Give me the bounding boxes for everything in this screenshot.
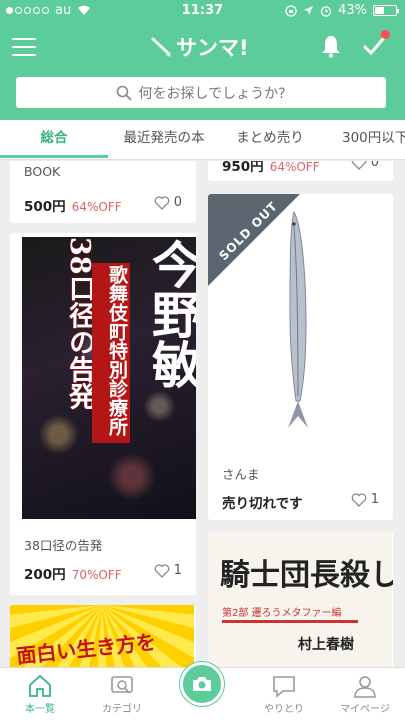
category-icon xyxy=(111,676,133,694)
tab-bundle-sale[interactable]: まとめ売り xyxy=(220,120,320,159)
menu-icon[interactable] xyxy=(12,38,36,56)
search-bar[interactable]: 何をお探しでしょうか? xyxy=(16,77,386,108)
tab-under-300[interactable]: 300円以下 xyxy=(322,120,405,159)
item-price: 500円 64%OFF xyxy=(24,195,122,215)
todo-check-button[interactable] xyxy=(362,30,390,58)
battery-percent: 43% xyxy=(338,3,367,18)
like-button[interactable]: 0 xyxy=(351,161,379,170)
cover-divider xyxy=(222,620,358,623)
item-title: 38口径の告発 xyxy=(24,538,103,553)
rotation-lock-icon xyxy=(285,4,297,17)
nav-label: カテゴリ xyxy=(102,704,142,715)
fish-logo-icon xyxy=(151,37,171,57)
item-title: 女性のためのゴルフスタートBOOK xyxy=(24,164,61,179)
search-icon xyxy=(117,85,133,101)
app-logo: サンマ! xyxy=(150,32,249,62)
home-icon xyxy=(29,674,51,697)
price-value: 500円 xyxy=(24,199,66,215)
price-value: 950円 xyxy=(222,161,264,175)
status-right: 43% xyxy=(285,3,399,18)
item-price: 950円 64%OFF xyxy=(222,161,320,175)
cover-author: 今野敏 xyxy=(144,239,196,389)
active-tab-indicator xyxy=(0,155,108,158)
like-button[interactable]: 1 xyxy=(154,563,182,578)
heart-icon xyxy=(154,563,170,578)
heart-icon xyxy=(351,492,367,507)
book-cover: 38口径の告発 歌舞伎町特別診療所 今野敏 xyxy=(22,237,196,519)
nav-book-list[interactable]: 本一覧 xyxy=(4,674,76,715)
notification-dot xyxy=(381,30,390,39)
alarm-icon xyxy=(320,5,332,17)
search-placeholder: 何をお探しでしょうか? xyxy=(138,85,286,102)
nav-label: やりとり xyxy=(264,704,304,715)
tab-overall[interactable]: 総合 xyxy=(0,120,108,159)
book-cover: 面白い生き方を xyxy=(10,605,194,667)
item-title: さんま xyxy=(222,467,260,482)
nav-messages[interactable]: やりとり xyxy=(248,674,320,715)
heart-icon xyxy=(351,161,367,170)
status-bar: au 11:37 43% xyxy=(0,0,405,22)
bell-icon[interactable] xyxy=(320,34,342,58)
saury-image xyxy=(288,210,308,428)
chat-icon xyxy=(273,676,295,698)
item-card-golf[interactable]: 女性のためのゴルフスタートBOOK 500円 64%OFF 0 xyxy=(10,161,196,223)
nav-my-page[interactable]: マイページ xyxy=(329,674,401,715)
cover-title: 38口径の告発 xyxy=(64,237,95,410)
like-button[interactable]: 0 xyxy=(154,195,182,210)
navbar: サンマ! xyxy=(0,22,405,72)
discount-label: 64%OFF xyxy=(269,161,320,174)
item-card-kishi[interactable]: 騎士団長殺し 第2部 遷ろうメタファー編 村上春樹 xyxy=(208,532,393,667)
camera-button[interactable] xyxy=(180,662,224,706)
item-card-kon[interactable]: 38口径の告発 歌舞伎町特別診療所 今野敏 38口径の告発 200円 70%OFF… xyxy=(10,233,196,595)
user-icon xyxy=(354,676,376,698)
bottom-navigation: 本一覧 カテゴリ やりとり マイページ xyxy=(0,662,405,720)
cover-title: 騎士団長殺し xyxy=(220,558,393,593)
heart-icon xyxy=(154,195,170,210)
like-count: 0 xyxy=(173,195,182,210)
camera-icon xyxy=(193,677,211,691)
sold-out-status: 売り切れです xyxy=(222,496,303,512)
item-price: 200円 70%OFF xyxy=(24,563,122,583)
app-name: サンマ! xyxy=(176,36,249,60)
nav-label: 本一覧 xyxy=(25,704,55,715)
item-card-sanma[interactable]: SOLD OUT さんま 売り切れです 1 xyxy=(208,194,393,520)
price-value: 200円 xyxy=(24,567,66,583)
cover-subtitle: 歌舞伎町特別診療所 xyxy=(92,263,130,443)
item-card-previous[interactable]: 950円 64%OFF 0 xyxy=(208,161,393,181)
book-cover: 騎士団長殺し 第2部 遷ろうメタファー編 村上春樹 xyxy=(208,532,393,667)
nav-category[interactable]: カテゴリ xyxy=(86,674,158,715)
category-tabs: 総合 最近発売の本 まとめ売り 300円以下 xyxy=(0,120,405,160)
discount-label: 64%OFF xyxy=(71,200,122,214)
nav-label: マイページ xyxy=(340,704,390,715)
item-feed[interactable]: 女性のためのゴルフスタートBOOK 500円 64%OFF 0 950円 64%OF… xyxy=(0,161,405,667)
cover-author: 村上春樹 xyxy=(298,637,354,653)
battery-fill xyxy=(375,7,384,14)
cover-subtitle: 第2部 遷ろうメタファー編 xyxy=(222,608,342,619)
like-button[interactable]: 1 xyxy=(351,492,379,507)
discount-label: 70%OFF xyxy=(71,568,122,582)
location-icon xyxy=(304,6,314,15)
app-header: au 11:37 43% サンマ! 何をお探しでしょうか? xyxy=(0,0,405,120)
item-card-yellow[interactable]: 面白い生き方を xyxy=(10,605,196,667)
like-count: 0 xyxy=(370,161,379,170)
like-count: 1 xyxy=(370,492,379,507)
tab-recent-releases[interactable]: 最近発売の本 xyxy=(108,120,220,159)
like-count: 1 xyxy=(173,563,182,578)
battery-icon xyxy=(373,5,399,16)
